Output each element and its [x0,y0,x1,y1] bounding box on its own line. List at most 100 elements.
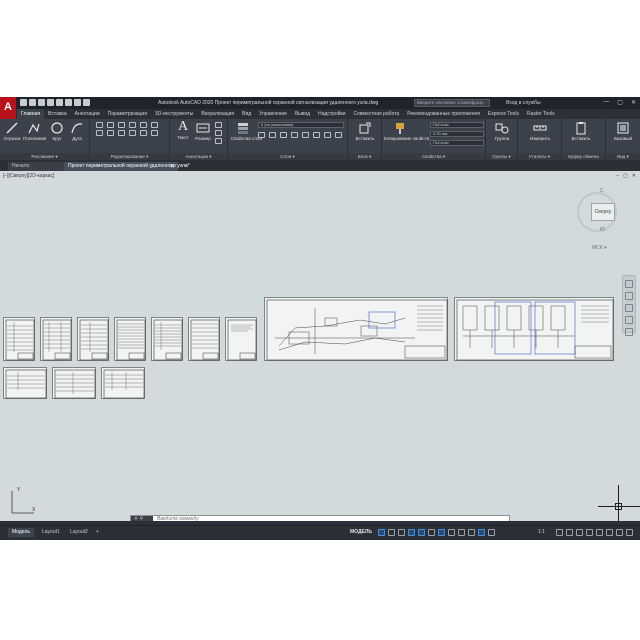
explode-icon[interactable] [107,130,114,136]
tab-view[interactable]: Вид [238,109,255,119]
tab-3d-tools[interactable]: 3D-инструменты [151,109,197,119]
panel-clipboard-title[interactable]: Буфер обмена [562,153,605,160]
panel-utilities-title[interactable]: Утилиты ▾ [518,153,561,160]
tab-visualize[interactable]: Визуализация [197,109,238,119]
minimize-button[interactable]: — [603,99,609,106]
orbit-icon[interactable] [625,316,633,324]
web-mobile-icon[interactable] [56,99,63,106]
tab-home[interactable]: Главная [17,109,45,119]
group-tool[interactable]: Группа [489,121,515,141]
viewport-controls-label[interactable]: [–][Сверху][2D-каркас] [3,173,54,179]
base-view-tool[interactable]: Базовый [608,121,638,141]
command-line-buttons[interactable]: ✕ ⚲ [131,516,153,521]
drawing-sheet[interactable] [114,317,146,361]
color-combo[interactable]: ПоСлою [430,122,484,128]
drawing-sheet[interactable] [3,367,47,399]
close-button[interactable]: ✕ [631,99,636,106]
layer-off-icon[interactable] [258,132,265,138]
tab-output[interactable]: Вывод [291,109,314,119]
viewport-close-button[interactable]: ✕ [632,173,636,179]
workspace-gear-icon[interactable] [556,529,563,536]
ortho-icon[interactable] [398,529,405,536]
leader-icon[interactable] [215,122,222,128]
polyline-tool[interactable]: Полилиния [23,121,46,141]
layer-match-icon[interactable] [302,132,309,138]
offset-icon[interactable] [151,130,158,136]
app-menu-button[interactable]: A [0,97,16,119]
zoom-icon[interactable] [625,304,633,312]
fillet-icon[interactable] [96,130,103,136]
layer-walk-icon[interactable] [324,132,331,138]
viewcube-south[interactable]: Ю [600,227,605,233]
rotate-icon[interactable] [107,122,114,128]
polar-tracking-icon[interactable] [408,529,415,536]
layer-merge-icon[interactable] [335,132,342,138]
save-as-icon[interactable] [47,99,54,106]
quick-properties-icon[interactable] [586,529,593,536]
layer-properties-tool[interactable]: Свойства слоя [231,121,262,141]
command-input[interactable] [155,516,505,521]
start-tab[interactable]: Начало [8,162,64,171]
drawing-sheet-schematic[interactable] [454,297,614,361]
layout-tab-layout1[interactable]: Layout1 [38,528,64,537]
isolate-objects-icon[interactable] [596,529,603,536]
tab-express-tools[interactable]: Express Tools [484,109,523,119]
text-tool[interactable]: A Текст [173,120,193,141]
wcs-menu[interactable]: МСК ▾ [592,245,607,251]
object-snap-icon[interactable] [438,529,445,536]
copy-icon[interactable] [140,122,147,128]
layer-freeze-icon[interactable] [269,132,276,138]
panel-layers-title[interactable]: Слои ▾ [228,153,347,160]
viewcube-top-face[interactable]: Сверху [591,203,615,221]
layer-isolate-icon[interactable] [291,132,298,138]
drawing-sheet[interactable] [151,317,183,361]
viewport-minimize-button[interactable]: – [616,173,619,179]
maximize-button[interactable]: ▢ [617,99,623,106]
close-tab-icon[interactable]: ✕ [170,163,175,170]
snap-icon[interactable] [388,529,395,536]
measure-tool[interactable]: Измерить [524,121,556,141]
drawing-sheet[interactable] [101,367,145,399]
hardware-acceleration-icon[interactable] [606,529,613,536]
markup-icon[interactable] [215,138,222,144]
undo-icon[interactable] [74,99,81,106]
drawing-sheet[interactable] [52,367,96,399]
stretch-icon[interactable] [118,130,125,136]
panel-draw-title[interactable]: Рисование ▾ [0,153,89,160]
table-icon[interactable] [215,130,222,136]
units-icon[interactable] [576,529,583,536]
line-tool[interactable]: Отрезок [3,121,21,141]
layer-lock-icon[interactable] [280,132,287,138]
customization-menu-icon[interactable] [626,529,633,536]
dimension-tool[interactable]: Размер [194,121,212,141]
object-snap-tracking-icon[interactable] [428,529,435,536]
open-file-icon[interactable] [29,99,36,106]
panel-view-title[interactable]: Вид ▾ [606,153,640,160]
new-tab-button[interactable]: + [181,162,192,171]
clean-screen-icon[interactable] [616,529,623,536]
circle-tool[interactable]: Круг [48,121,66,141]
erase-icon[interactable] [129,122,136,128]
transparency-icon[interactable] [458,529,465,536]
trim-icon[interactable] [118,122,125,128]
tab-featured-apps[interactable]: Рекомендованные приложения [403,109,484,119]
viewport-restore-button[interactable]: ▢ [623,173,628,179]
drawing-sheet[interactable] [77,317,109,361]
drawing-sheet[interactable] [3,317,35,361]
model-space-button[interactable]: МОДЕЛЬ [350,529,372,535]
drawing-area[interactable]: [–][Сверху][2D-каркас] – ▢ ✕ С Сверху Ю … [0,171,640,521]
linetype-combo[interactable]: ПоСлою [430,140,484,146]
plot-icon[interactable] [65,99,72,106]
auto-scale-icon[interactable] [488,529,495,536]
new-file-icon[interactable] [20,99,27,106]
redo-icon[interactable] [83,99,90,106]
isodraft-icon[interactable] [418,529,425,536]
layer-combo[interactable]: 0 (по умолчанию) [258,122,344,128]
steering-wheel-icon[interactable] [625,280,633,288]
add-layout-button[interactable]: + [92,528,103,537]
annotation-visibility-icon[interactable] [478,529,485,536]
array-icon[interactable] [140,130,147,136]
file-tab[interactable]: Проект периметральной охранной удаленног… [64,162,190,171]
insert-block-tool[interactable]: Вставить [352,121,378,141]
scale-icon[interactable] [129,130,136,136]
